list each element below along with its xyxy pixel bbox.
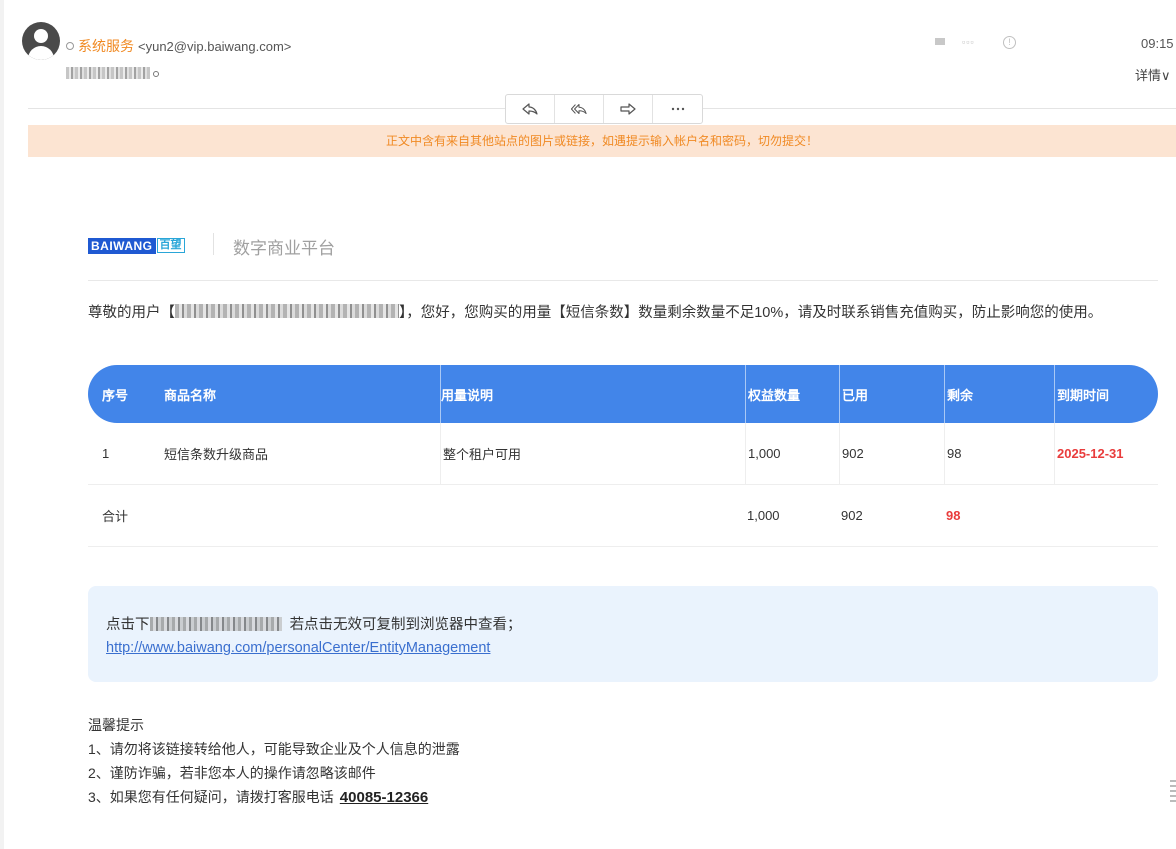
col-header-expiry: 到期时间 <box>1054 365 1158 423</box>
usage-table: 序号 商品名称 用量说明 权益数量 已用 剩余 到期时间 1 短信条数升级商品 … <box>88 365 1158 547</box>
platform-name: 数字商业平台 <box>233 239 335 258</box>
tip-item: 2、谨防诈骗，若非您本人的操作请忽略该邮件 <box>88 765 376 781</box>
forward-icon <box>620 103 636 115</box>
cell-usage-desc: 整个租户可用 <box>440 423 745 484</box>
login-link[interactable]: http://www.baiwang.com/personalCenter/En… <box>106 640 490 656</box>
col-header-index: 序号 <box>102 387 129 403</box>
flag-icon[interactable] <box>935 38 945 48</box>
message-toolbar <box>505 94 703 124</box>
col-header-product: 商品名称 <box>164 387 217 403</box>
reply-all-icon <box>571 104 587 114</box>
support-phone[interactable]: 40085-12366 <box>340 789 428 806</box>
tips-section: 温馨提示 1、请勿将该链接转给他人，可能导致企业及个人信息的泄露 2、谨防诈骗，… <box>88 713 460 810</box>
table-total-row: 合计 1,000 902 98 <box>88 485 1158 547</box>
company-redacted <box>175 304 399 318</box>
scrollbar-mark <box>1170 780 1176 804</box>
tip-item: 1、请勿将该链接转给他人，可能导致企业及个人信息的泄露 <box>88 741 460 757</box>
cell-remaining: 98 <box>944 423 1054 484</box>
total-label: 合计 <box>102 509 129 524</box>
more-icon[interactable]: ▫▫▫ <box>962 37 975 47</box>
left-edge <box>0 0 4 849</box>
info-icon[interactable]: ! <box>1003 36 1016 49</box>
reply-icon <box>522 103 538 115</box>
recipient-redacted <box>66 67 150 79</box>
recipient-dot-icon <box>153 71 159 77</box>
sender-line: 系统服务 <yun2@vip.baiwang.com> <box>66 36 291 56</box>
recipient-line[interactable] <box>66 66 159 81</box>
avatar-icon[interactable] <box>22 22 60 60</box>
cell-quantity: 1,000 <box>745 423 839 484</box>
brand-separator <box>213 233 214 255</box>
status-dot-icon <box>66 42 74 50</box>
cell-expiry: 2025-12-31 <box>1054 423 1158 484</box>
sender-email[interactable]: <yun2@vip.baiwang.com> <box>138 39 291 54</box>
total-used: 902 <box>841 508 863 523</box>
col-header-usage-desc: 用量说明 <box>440 365 745 423</box>
baiwang-logo: BAIWANG 百望 <box>88 237 185 254</box>
external-content-warning: 正文中含有来自其他站点的图片或链接，如遇提示输入帐户名和密码，切勿提交！ <box>28 125 1176 157</box>
forward-button[interactable] <box>604 95 653 123</box>
table-row: 1 短信条数升级商品 整个租户可用 1,000 902 98 2025-12-3… <box>88 423 1158 485</box>
cell-used: 902 <box>839 423 944 484</box>
cell-product: 短信条数升级商品 <box>164 447 269 462</box>
tip-item-phone: 3、如果您有任何疑问，请拨打客服电话 40085-12366 <box>88 789 429 806</box>
sender-name[interactable]: 系统服务 <box>78 38 134 54</box>
greeting-text: 尊敬的用户【 】，您好，您购买的用量【短信条数】数量剩余数量不足10%，请及时联系… <box>88 304 1103 321</box>
reply-all-button[interactable] <box>555 95 604 123</box>
received-time: 09:15 <box>1141 36 1174 51</box>
tips-title: 温馨提示 <box>88 717 144 733</box>
instruction-redacted <box>149 617 282 631</box>
reply-button[interactable] <box>506 95 555 123</box>
ellipsis-icon <box>671 107 684 111</box>
total-remaining: 98 <box>946 508 961 523</box>
total-quantity: 1,000 <box>747 508 780 523</box>
col-header-used: 已用 <box>839 365 944 423</box>
more-actions-button[interactable] <box>653 95 702 123</box>
login-link-box: 点击下 若点击无效可复制到浏览器中查看； http://www.baiwang.… <box>88 586 1158 682</box>
table-header: 序号 商品名称 用量说明 权益数量 已用 剩余 到期时间 <box>88 365 1158 423</box>
cell-index: 1 <box>102 446 110 461</box>
col-header-remaining: 剩余 <box>944 365 1054 423</box>
brand-divider <box>88 280 1158 281</box>
details-toggle[interactable]: 详情∨ <box>1135 65 1171 84</box>
link-instruction: 点击下 若点击无效可复制到浏览器中查看； <box>106 617 522 633</box>
email-view: 系统服务 <yun2@vip.baiwang.com> ▫▫▫ ! 09:15 详… <box>0 0 1176 849</box>
col-header-quantity: 权益数量 <box>745 365 839 423</box>
